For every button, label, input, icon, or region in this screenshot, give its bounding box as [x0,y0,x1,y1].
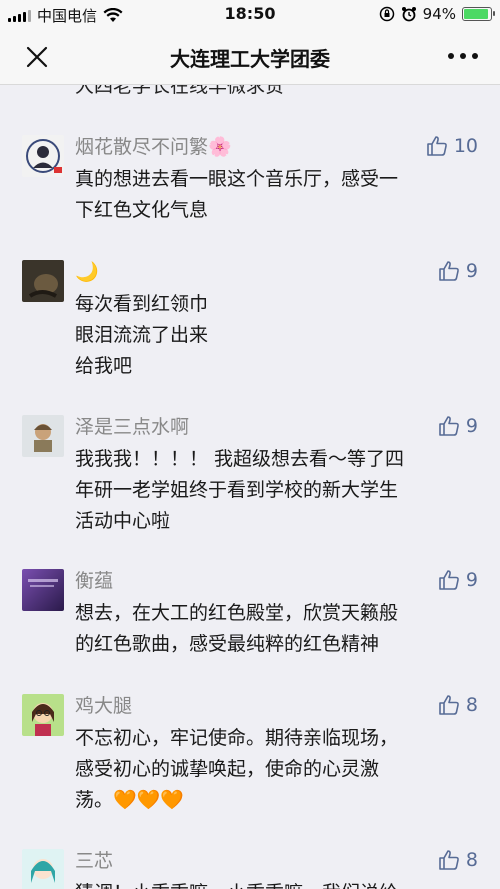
avatar[interactable] [22,569,64,611]
more-icon[interactable] [448,46,478,66]
cut-off-comment-text: 大四老学长在线羊微求贵 [75,85,285,97]
alarm-icon [401,7,416,22]
comment-nickname: 🌙 [75,261,99,283]
avatar[interactable] [22,849,64,889]
comment-text: 我我我！！！！ 我超级想去看～等了四 年研一老学姐终于看到学校的新大学生 活动中心啦 [75,448,405,532]
thumbs-up-icon [439,261,459,281]
avatar[interactable] [22,135,64,177]
like-button[interactable]: 9 [438,260,478,282]
comment-nickname: 烟花散尽不问繁🌸 [75,136,232,158]
avatar[interactable] [22,694,64,736]
orientation-lock-icon [379,6,394,22]
comment-text: 每次看到红领巾 眼泪流流了出来 给我吧 [75,293,209,377]
avatar[interactable] [22,260,64,302]
avatar[interactable] [22,415,64,457]
comment-nickname: 衡蕴 [75,570,114,592]
battery-percent: 94% [422,5,456,23]
status-right: 94% [379,5,495,23]
thumbs-up-icon [439,570,459,590]
like-count: 9 [465,415,478,437]
comment-nickname: 三芯 [75,850,114,872]
battery-icon [462,7,495,21]
comment-nickname: 鸡大腿 [75,695,133,717]
like-count: 10 [453,135,478,157]
like-button[interactable]: 9 [438,415,478,437]
comment-text: 猜调！小乖乖嘛，小乖乖嘛，我们说给 [75,878,470,889]
page-title: 大连理工大学团委 [170,47,330,71]
like-button[interactable]: 8 [438,849,478,871]
thumbs-up-icon [439,850,459,870]
comment-text: 不忘初心，牢记使命。期待亲临现场， 感受初心的诚挚唤起，使命的心灵激 荡。🧡🧡🧡 [75,727,399,811]
status-bar: 中国电信 18:50 94% [0,0,500,28]
comment-nickname: 泽是三点水啊 [75,416,190,438]
comment-text: 想去，在大工的红色殿堂，欣赏天籁般 的红色歌曲，感受最纯粹的红色精神 [75,602,399,655]
like-count: 9 [465,260,478,282]
like-count: 8 [465,849,478,871]
thumbs-up-icon [439,695,459,715]
like-count: 8 [465,694,478,716]
comment-text: 真的想进去看一眼这个音乐厅，感受一 下红色文化气息 [75,168,399,221]
thumbs-up-icon [427,136,447,156]
like-button[interactable]: 8 [438,694,478,716]
comment-list[interactable]: 大四老学长在线羊微求贵 烟花散尽不问繁🌸 10 真的想进去看一眼这个音乐厅，感受… [0,85,500,889]
like-button[interactable]: 10 [426,135,478,157]
like-button[interactable]: 9 [438,569,478,591]
thumbs-up-icon [439,416,459,436]
battery-level [464,9,489,19]
nav-bar: 大连理工大学团委 [0,28,500,85]
like-count: 9 [465,569,478,591]
